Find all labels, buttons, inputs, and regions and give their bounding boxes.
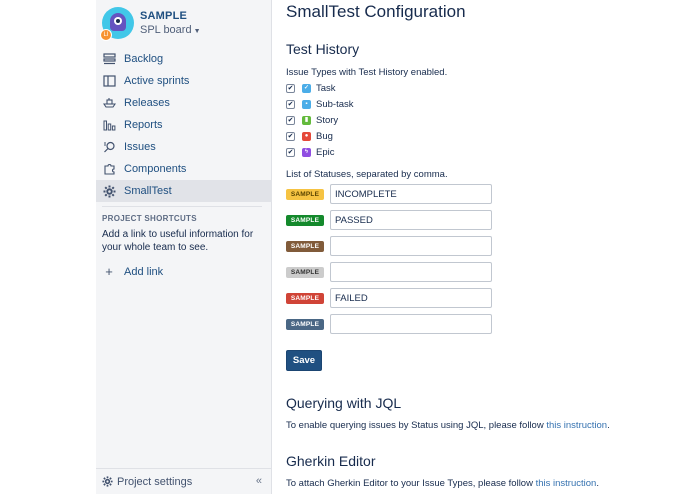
gear-icon <box>102 184 116 198</box>
status-input-red[interactable] <box>330 288 492 308</box>
test-history-heading: Test History <box>286 41 360 57</box>
sidebar-item-smalltest[interactable]: SmallTest <box>96 180 272 202</box>
add-link-label: Add link <box>124 265 164 278</box>
gherkin-text: To attach Gherkin Editor to your Issue T… <box>286 478 536 489</box>
board-icon <box>102 74 116 88</box>
task-checkbox[interactable]: ✔ <box>286 83 295 93</box>
chart-icon <box>102 118 116 132</box>
gherkin-instruction-link[interactable]: this instruction <box>536 478 597 489</box>
project-name[interactable]: SAMPLE <box>140 10 187 22</box>
board-selector[interactable]: SPL board ▼ <box>140 24 201 36</box>
caret-down-icon: ▼ <box>193 28 201 35</box>
sidebar-item-label: Issues <box>124 141 156 153</box>
task-icon: ✓ <box>302 83 311 93</box>
gherkin-description: To attach Gherkin Editor to your Issue T… <box>286 478 599 489</box>
issue-types-label: Issue Types with Test History enabled. <box>286 67 448 78</box>
issue-type-row-story: ✔ ▮ Story <box>286 113 338 127</box>
issue-type-name: Story <box>316 114 339 126</box>
jql-instruction-link[interactable]: this instruction <box>546 420 607 431</box>
issue-type-name: Task <box>316 82 336 94</box>
status-row-brown: SAMPLE <box>286 236 492 256</box>
sidebar-divider <box>102 206 262 207</box>
plus-icon: + <box>105 264 113 279</box>
status-input-gray[interactable] <box>330 262 492 282</box>
issue-type-row-epic: ✔ ϟ Epic <box>286 145 334 159</box>
gherkin-heading: Gherkin Editor <box>286 453 376 469</box>
issue-type-name: Epic <box>316 146 335 158</box>
status-input-brown[interactable] <box>330 236 492 256</box>
status-lozenge: SAMPLE <box>286 188 324 200</box>
collapse-sidebar-icon[interactable]: « <box>256 475 262 487</box>
gherkin-suffix: . <box>596 478 599 489</box>
status-input-blue[interactable] <box>330 314 492 334</box>
sidebar-item-label: Releases <box>124 97 170 109</box>
sidebar-item-label: Components <box>124 163 187 175</box>
jql-heading: Querying with JQL <box>286 395 402 411</box>
page-title: SmallTest Configuration <box>286 2 466 21</box>
status-lozenge: SAMPLE <box>286 318 324 330</box>
bug-icon: ● <box>302 131 311 141</box>
backlog-icon <box>102 52 116 66</box>
jql-description: To enable querying issues by Status usin… <box>286 420 610 431</box>
sidebar-item-backlog[interactable]: Backlog <box>96 48 272 70</box>
robot-pupil <box>116 19 120 23</box>
epic-checkbox[interactable]: ✔ <box>286 147 295 157</box>
issue-type-name: Sub-task <box>316 98 354 110</box>
status-row-red: SAMPLE <box>286 288 492 308</box>
shortcuts-title: PROJECT SHORTCUTS <box>102 214 197 223</box>
add-link-button[interactable]: + Add link <box>102 264 163 279</box>
project-header: LI SAMPLE SPL board ▼ <box>100 7 270 41</box>
sidebar-item-label: Backlog <box>124 53 164 65</box>
status-row-gray: SAMPLE <box>286 262 492 282</box>
status-lozenge: SAMPLE <box>286 240 324 252</box>
sidebar-item-label: Active sprints <box>124 75 190 87</box>
project-sidebar: LI SAMPLE SPL board ▼ Backlog Active spri… <box>96 0 272 494</box>
issue-type-name: Bug <box>316 130 333 142</box>
sidebar-item-active-sprints[interactable]: Active sprints <box>96 70 272 92</box>
issue-type-row-task: ✔ ✓ Task <box>286 81 336 95</box>
subtask-icon: ▪ <box>302 99 311 109</box>
jql-text: To enable querying issues by Status usin… <box>286 420 547 431</box>
sidebar-item-releases[interactable]: Releases <box>96 92 272 114</box>
status-input-green[interactable] <box>330 210 492 230</box>
sidebar-item-label: SmallTest <box>124 185 172 197</box>
sidebar-item-components[interactable]: Components <box>96 158 272 180</box>
story-icon: ▮ <box>302 115 311 125</box>
sidebar-item-issues[interactable]: Issues <box>96 136 272 158</box>
status-row-blue: SAMPLE <box>286 314 492 334</box>
avatar-badge: LI <box>100 29 112 41</box>
jql-suffix: . <box>607 420 610 431</box>
shortcuts-description: Add a link to useful information for you… <box>102 229 254 253</box>
gear-icon <box>102 476 113 487</box>
sidebar-item-reports[interactable]: Reports <box>96 114 272 136</box>
board-name: SPL board <box>140 24 192 36</box>
bug-checkbox[interactable]: ✔ <box>286 131 295 141</box>
status-lozenge: SAMPLE <box>286 266 324 278</box>
status-lozenge: SAMPLE <box>286 292 324 304</box>
sidebar-item-label: Reports <box>124 119 163 131</box>
issue-type-row-subtask: ✔ ▪ Sub-task <box>286 97 354 111</box>
status-input-yellow[interactable] <box>330 184 492 204</box>
story-checkbox[interactable]: ✔ <box>286 115 295 125</box>
save-button[interactable]: Save <box>286 350 322 371</box>
statuses-label: List of Statuses, separated by comma. <box>286 169 448 180</box>
status-row-yellow: SAMPLE <box>286 184 492 204</box>
status-lozenge: SAMPLE <box>286 214 324 226</box>
puzzle-icon <box>102 162 116 176</box>
epic-icon: ϟ <box>302 147 311 157</box>
ship-icon <box>102 96 116 110</box>
issue-type-row-bug: ✔ ● Bug <box>286 129 333 143</box>
project-settings-bar: Project settings « <box>96 468 272 494</box>
status-row-green: SAMPLE <box>286 210 492 230</box>
project-settings-link[interactable]: Project settings <box>117 476 192 488</box>
search-icon <box>102 140 116 154</box>
subtask-checkbox[interactable]: ✔ <box>286 99 295 109</box>
